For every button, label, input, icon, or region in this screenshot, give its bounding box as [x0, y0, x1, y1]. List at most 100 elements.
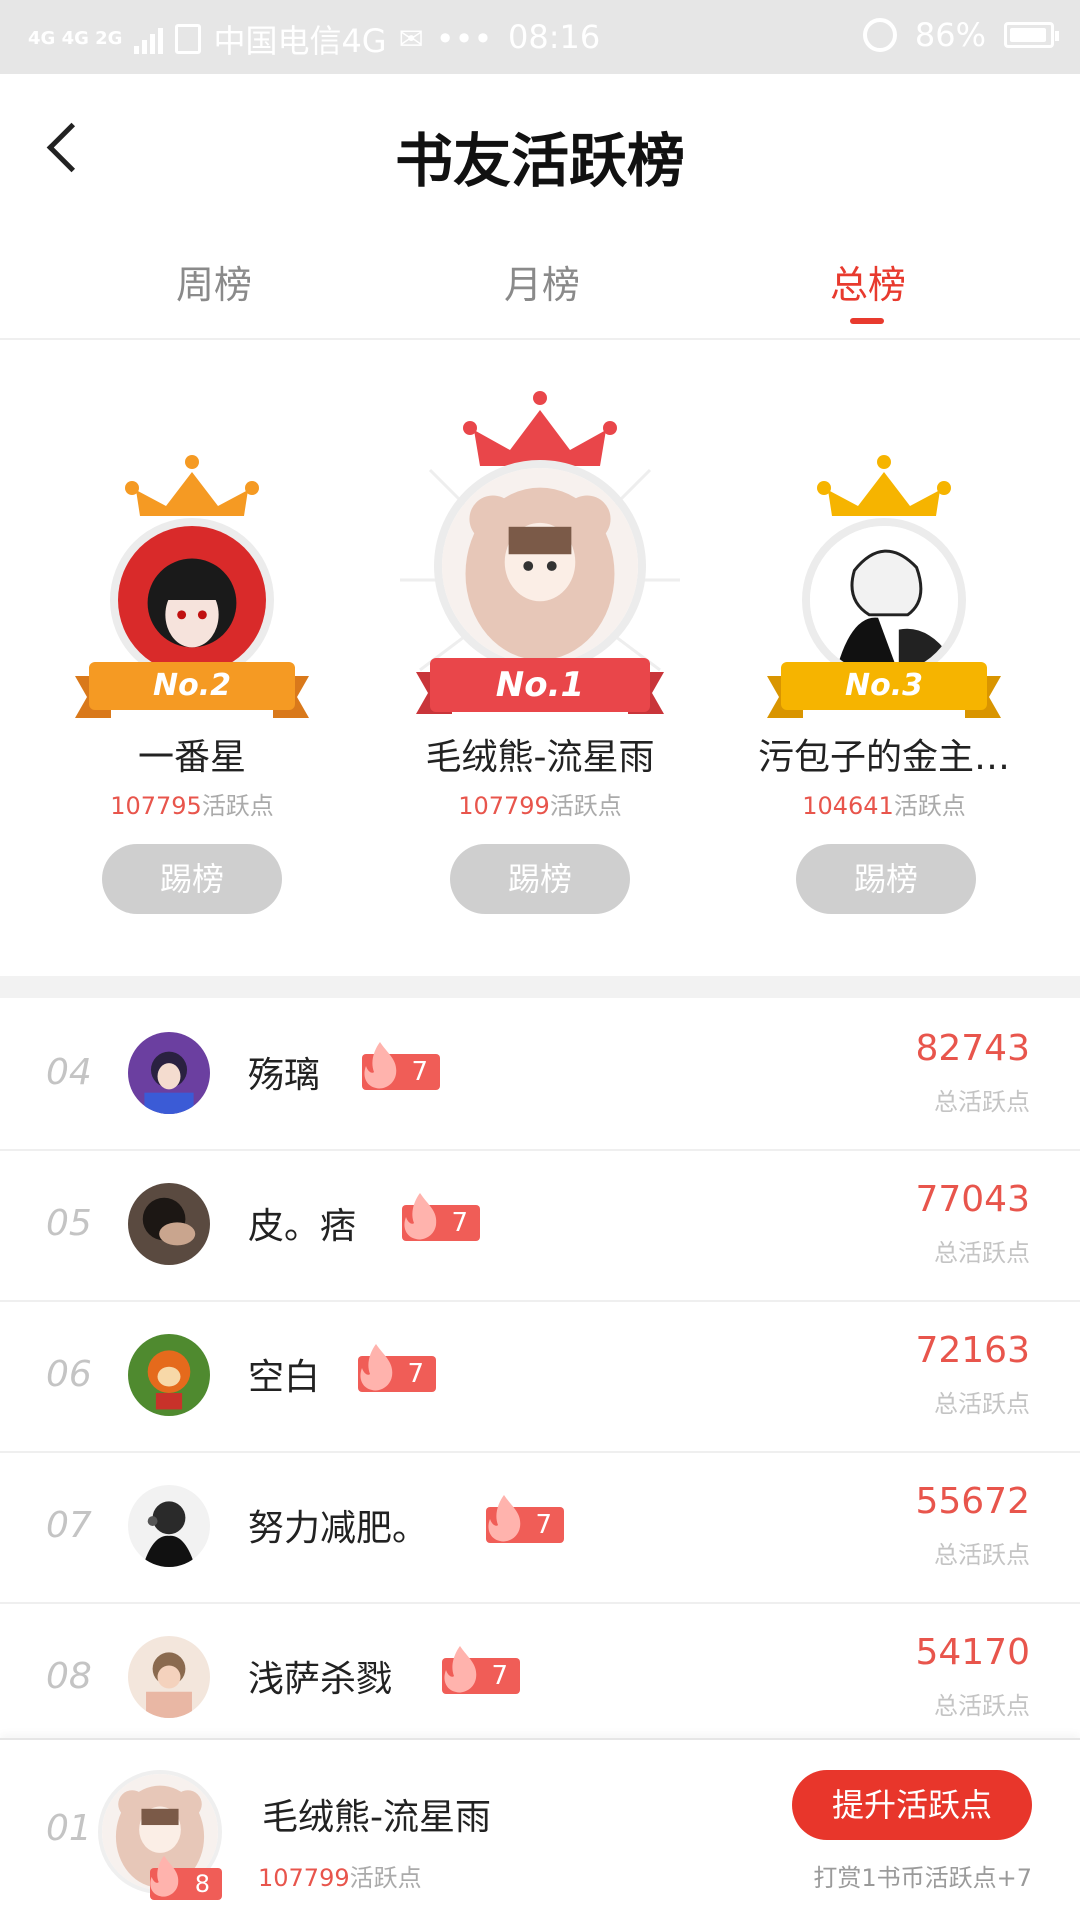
- sim-icon: [175, 24, 202, 54]
- avatar[interactable]: [802, 518, 966, 682]
- my-activity-points: 107799活跃点: [258, 1858, 422, 1893]
- user-name: 空白: [248, 1357, 321, 1398]
- boost-note: 打赏1书币活跃点+7: [813, 1864, 1032, 1892]
- boost-activity-button[interactable]: 提升活跃点: [792, 1770, 1032, 1840]
- level-number: 7: [411, 1057, 428, 1087]
- level-badge: 7: [486, 1495, 564, 1543]
- active-tab-indicator: [850, 318, 884, 324]
- flame-icon: [364, 1042, 397, 1089]
- kick-button[interactable]: 踢榜: [796, 844, 976, 914]
- points-value: 72163: [915, 1330, 1030, 1371]
- rank-ribbon: No.2: [75, 662, 309, 718]
- podium-second: No.2 一番星 107795活跃点 踢榜: [60, 340, 324, 976]
- activity-points: 107795活跃点: [60, 786, 324, 821]
- activity-points: 104641活跃点: [752, 786, 1016, 821]
- tab-total[interactable]: 总榜: [768, 254, 968, 309]
- points-value: 54170: [915, 1632, 1030, 1673]
- points-label: 总活跃点: [934, 1088, 1030, 1116]
- user-name: 污包子的金主…: [757, 737, 1010, 778]
- my-ranking-bar: 01 8 毛绒熊-流星雨 107799活跃点 提升活跃点 打赏1书币活跃点+7: [0, 1738, 1080, 1922]
- avatar-image: [118, 526, 266, 674]
- network-type: 4G 4G 2G: [28, 28, 123, 49]
- my-level-badge: 8: [150, 1855, 222, 1900]
- level-number: 7: [535, 1510, 552, 1540]
- tab-weekly[interactable]: 周榜: [114, 254, 314, 309]
- kick-button[interactable]: 踢榜: [102, 844, 282, 914]
- page-header: 书友活跃榜: [0, 74, 1080, 224]
- points-label: 总活跃点: [934, 1390, 1030, 1418]
- tab-monthly[interactable]: 月榜: [442, 254, 642, 309]
- list-item[interactable]: 05 皮。痞 7 77043 总活跃点: [0, 1149, 1080, 1302]
- user-name: 浅萨杀戮: [248, 1659, 393, 1700]
- rank-number: 04: [46, 1052, 92, 1093]
- more-notifications: •••: [435, 20, 493, 58]
- avatar-image: [128, 1183, 210, 1265]
- crown-icon: [817, 455, 951, 516]
- page-title: 书友活跃榜: [394, 127, 685, 195]
- level-number: 8: [194, 1870, 210, 1898]
- top-three-podium: No.2 一番星 107795活跃点 踢榜 No.1 毛绒熊-流星雨 10779…: [0, 340, 1080, 976]
- points-value: 104641: [802, 792, 894, 820]
- avatar-image: [128, 1032, 210, 1114]
- avatar[interactable]: [128, 1032, 210, 1114]
- points-label: 总活跃点: [934, 1541, 1030, 1569]
- carrier-name: 中国电信4G: [213, 22, 387, 60]
- kick-button[interactable]: 踢榜: [450, 844, 630, 914]
- flame-icon: [360, 1344, 393, 1391]
- battery-percent: 86%: [914, 16, 986, 54]
- rank-label: No.2: [89, 662, 295, 710]
- avatar[interactable]: [128, 1636, 210, 1718]
- rank-number: 08: [46, 1656, 92, 1697]
- avatar[interactable]: [128, 1183, 210, 1265]
- tab-bar: 周榜 月榜 总榜: [0, 224, 1080, 340]
- podium-third: No.3 污包子的金主… 104641活跃点 踢榜: [752, 340, 1016, 976]
- flame-icon: [488, 1495, 521, 1542]
- list-item[interactable]: 06 空白 7 72163 总活跃点: [0, 1300, 1080, 1453]
- level-number: 7: [491, 1661, 508, 1691]
- avatar[interactable]: [128, 1334, 210, 1416]
- status-left: 4G 4G 2G 中国电信4G ✉ •••: [28, 16, 492, 62]
- points-label: 总活跃点: [934, 1239, 1030, 1267]
- level-badge: 7: [402, 1193, 480, 1241]
- points-label: 活跃点: [893, 792, 966, 820]
- alarm-icon: [862, 18, 897, 52]
- avatar[interactable]: [110, 518, 274, 682]
- flame-icon: [444, 1646, 477, 1693]
- flame-icon: [404, 1193, 437, 1240]
- status-right: 86%: [862, 16, 1059, 54]
- level-badge: 7: [442, 1646, 520, 1694]
- crown-icon: [125, 455, 259, 516]
- user-name: 皮。痞: [248, 1206, 357, 1247]
- points-value: 107795: [110, 792, 202, 820]
- rank-number: 05: [46, 1203, 92, 1244]
- user-name: 努力减肥。: [248, 1508, 429, 1549]
- points-label: 活跃点: [549, 792, 622, 820]
- status-bar: 4G 4G 2G 中国电信4G ✉ ••• 08:16 86%: [0, 0, 1080, 74]
- section-divider: [0, 976, 1080, 998]
- points-value: 107799: [458, 792, 550, 820]
- rank-number: 06: [46, 1354, 92, 1395]
- points-label: 总活跃点: [934, 1692, 1030, 1720]
- user-name: 毛绒熊-流星雨: [425, 737, 655, 778]
- podium-first: No.1 毛绒熊-流星雨 107799活跃点 踢榜: [400, 340, 680, 976]
- signal-icon: [134, 24, 164, 54]
- avatar[interactable]: [434, 460, 646, 672]
- avatar-image: [810, 526, 958, 674]
- activity-points: 107799活跃点: [400, 786, 680, 821]
- rank-label: No.1: [430, 658, 650, 712]
- list-item[interactable]: 07 努力减肥。 7 55672 总活跃点: [0, 1451, 1080, 1604]
- points-value: 55672: [915, 1481, 1030, 1522]
- rank-ribbon: No.1: [416, 658, 664, 714]
- my-rank-number: 01: [46, 1808, 92, 1849]
- flame-icon: [150, 1855, 179, 1897]
- avatar[interactable]: [128, 1485, 210, 1567]
- level-number: 7: [451, 1208, 468, 1238]
- avatar-image: [128, 1636, 210, 1718]
- list-item[interactable]: 08 浅萨杀戮 7 54170 总活跃点: [0, 1602, 1080, 1755]
- rank-label: No.3: [781, 662, 987, 710]
- list-item[interactable]: 04 殇璃 7 82743 总活跃点: [0, 998, 1080, 1151]
- rank-number: 07: [46, 1505, 92, 1546]
- points-label: 活跃点: [201, 792, 274, 820]
- battery-icon: [1004, 22, 1059, 48]
- level-badge: 7: [362, 1042, 440, 1090]
